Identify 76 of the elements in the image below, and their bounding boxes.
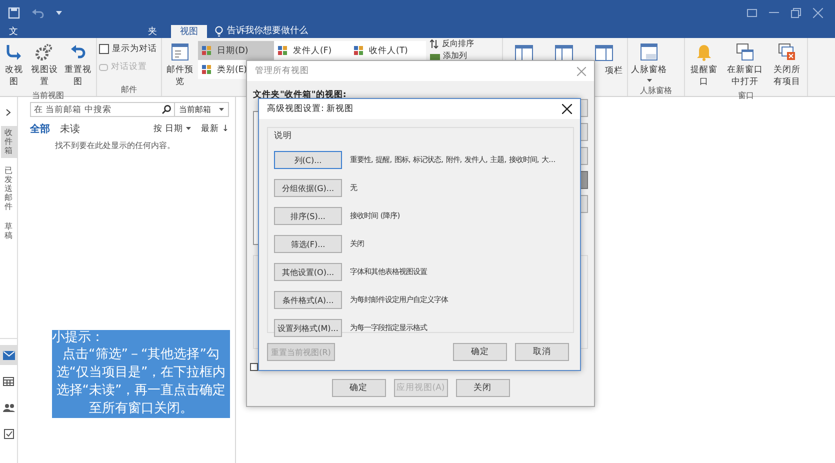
arrange-icon: [354, 46, 365, 56]
ribbon-button[interactable]: 关闭所有项目: [768, 41, 806, 90]
folder-tab[interactable]: 已发送邮件: [0, 164, 16, 214]
dialog-title: 高级视图设置: 新视图: [267, 103, 354, 115]
arrangement-option[interactable]: 收件人(T): [350, 41, 426, 60]
pane-layout-icon: [595, 45, 613, 61]
redo-arrow-icon: [5, 43, 24, 61]
ribbon-button[interactable]: 改视图: [2, 41, 26, 90]
people-pane-button[interactable]: 人脉窗格: [630, 41, 668, 85]
message-preview-button[interactable]: 邮件预览: [164, 41, 196, 95]
group-label: 窗口: [737, 90, 755, 101]
settings-button[interactable]: 其他设置(O)...: [274, 263, 342, 281]
ok-button[interactable]: 确定: [453, 343, 507, 361]
undo-icon[interactable]: [32, 8, 44, 18]
group-label: 说明: [274, 130, 293, 142]
arrange-icon: [278, 46, 289, 56]
close-icon[interactable]: [562, 104, 572, 114]
search-field[interactable]: 在 当前邮箱 中搜索: [31, 103, 175, 116]
reverse-sort-button[interactable]: 反向排序: [430, 39, 500, 49]
tip-text: 点击“筛选”－“其他选择”勾选“仅当项目是”，在下拉框内选择“未读”，再一直点击确定至所有窗口关闭。: [55, 346, 227, 418]
group-label: 当前视图: [31, 90, 65, 101]
cancel-button[interactable]: 取消: [515, 343, 569, 361]
people-pane-icon: [640, 43, 658, 61]
mail-icon[interactable]: [0, 345, 17, 365]
windows-icon: [736, 43, 754, 61]
sort-dropdown[interactable]: 按 日期: [153, 123, 192, 135]
dropdown-icon: [646, 79, 652, 83]
save-icon[interactable]: [8, 6, 20, 18]
ribbon-tab[interactable]: 夹: [142, 25, 163, 38]
empty-message: 找不到要在此处显示的任何内容。: [55, 140, 176, 151]
search-icon: [162, 105, 171, 114]
scope-dropdown[interactable]: 当前邮箱: [175, 103, 228, 116]
settings-button[interactable]: 分组依据(G)...: [274, 179, 342, 197]
ribbon-tab[interactable]: 文: [3, 25, 24, 38]
group-label: 邮件: [120, 84, 138, 95]
settings-button[interactable]: 列(C)...: [274, 151, 342, 169]
settings-button[interactable]: 排序(S)...: [274, 207, 342, 225]
minimize-icon[interactable]: [769, 12, 779, 14]
tell-me-field[interactable]: 告诉我你想要做什么: [227, 25, 308, 38]
undo-arrow-icon: [69, 43, 88, 61]
settings-button[interactable]: 设置列格式(M)...: [274, 319, 342, 337]
group-label: 人脉窗格: [639, 85, 673, 96]
filter-tab[interactable]: 全部: [30, 122, 50, 136]
ribbon-button[interactable]: 在新窗口中打开: [723, 41, 767, 90]
dialog-button[interactable]: 关闭: [456, 379, 510, 397]
list-label: 文件夹"收件箱"的视图:: [253, 89, 348, 101]
dropdown-icon[interactable]: [56, 10, 62, 16]
gear-icon: [35, 43, 54, 61]
arrangement-option[interactable]: 日期(D): [198, 41, 274, 60]
settings-button[interactable]: 条件格式(A)...: [274, 291, 342, 309]
conversation-checkbox[interactable]: 显示为对话: [99, 43, 159, 55]
restore-icon[interactable]: [791, 8, 801, 18]
folder-tab[interactable]: 草稿: [0, 220, 16, 244]
add-columns-button[interactable]: 添加列: [430, 51, 500, 61]
dropdown-icon: [219, 108, 224, 112]
ribbon-button[interactable]: 提醒窗口: [687, 41, 722, 90]
arrangement-option[interactable]: 发件人(F): [274, 41, 350, 60]
folder-tab[interactable]: 收件箱: [0, 126, 16, 158]
tip-title: 小提示：: [52, 330, 105, 346]
ribbon-button[interactable]: 重置视图: [62, 41, 94, 90]
sort-order-button[interactable]: 最新 ↓: [201, 123, 229, 135]
expand-chevron-icon[interactable]: [6, 109, 11, 116]
bell-icon: [696, 43, 712, 61]
sort-arrows-icon: [430, 39, 439, 49]
dropdown-icon: [186, 127, 192, 131]
ribbon-display-icon[interactable]: [747, 8, 757, 16]
ribbon-tab[interactable]: 视图: [171, 25, 207, 38]
close-windows-icon: [778, 43, 796, 61]
checkbox[interactable]: [250, 363, 258, 371]
filter-tab[interactable]: 未读: [60, 122, 80, 136]
ribbon-button[interactable]: 视图设置: [28, 41, 60, 90]
arrange-icon: [202, 64, 213, 74]
dialog-button[interactable]: 确定: [332, 379, 386, 397]
arrange-icon: [202, 46, 213, 56]
settings-button[interactable]: 筛选(F)...: [274, 235, 342, 253]
preview-pane-icon: [171, 43, 189, 61]
